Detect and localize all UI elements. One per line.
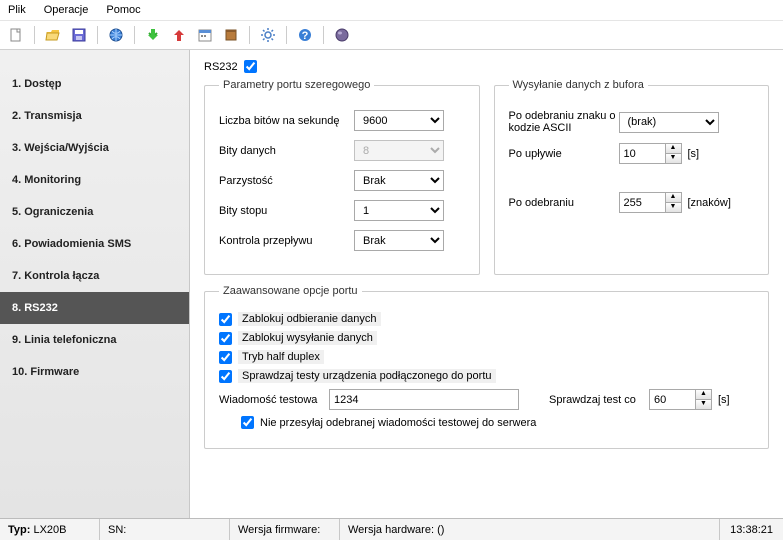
calendar-icon[interactable] <box>195 25 215 45</box>
sidebar-item-firmware[interactable]: 10. Firmware <box>0 356 189 388</box>
check-every-unit: [s] <box>718 394 730 406</box>
test-msg-label: Wiadomość testowa <box>219 394 329 406</box>
sidebar: 1. Dostęp 2. Transmisja 3. Wejścia/Wyjśc… <box>0 50 190 518</box>
flow-select[interactable]: Brak <box>354 230 444 251</box>
block-tx-label: Zablokuj wysyłanie danych <box>238 331 377 345</box>
after-time-spinner[interactable]: ▲▼ <box>619 143 682 164</box>
main: 1. Dostęp 2. Transmisja 3. Wejścia/Wyjśc… <box>0 50 783 518</box>
spin-up-icon[interactable]: ▲ <box>666 193 681 203</box>
spin-down-icon[interactable]: ▼ <box>666 154 681 164</box>
book-icon[interactable] <box>221 25 241 45</box>
check-tests-label: Sprawdzaj testy urządzenia podłączonego … <box>238 369 496 383</box>
menu-help[interactable]: Pomoc <box>106 4 140 16</box>
after-time-unit: [s] <box>688 148 700 160</box>
half-duplex-label: Tryb half duplex <box>238 350 324 364</box>
gear-icon[interactable] <box>258 25 278 45</box>
no-forward-checkbox[interactable] <box>241 416 254 429</box>
status-type: Typ: LX20B <box>0 519 100 540</box>
parity-select[interactable]: Brak <box>354 170 444 191</box>
upload-icon[interactable] <box>169 25 189 45</box>
rs232-title: RS232 <box>204 61 238 73</box>
globe-icon[interactable] <box>106 25 126 45</box>
status-time: 13:38:21 <box>720 524 783 536</box>
check-every-input[interactable] <box>649 389 695 410</box>
serial-params-group: Parametry portu szeregowego Liczba bitów… <box>204 79 480 275</box>
menu-operations[interactable]: Operacje <box>44 4 89 16</box>
statusbar: Typ: LX20B SN: Wersja firmware: Wersja h… <box>0 518 783 540</box>
check-every-spinner[interactable]: ▲▼ <box>649 389 712 410</box>
svg-text:?: ? <box>302 30 309 42</box>
download-icon[interactable] <box>143 25 163 45</box>
status-hw: Wersja hardware: () <box>340 519 720 540</box>
spin-up-icon[interactable]: ▲ <box>666 144 681 154</box>
separator <box>134 26 135 44</box>
advanced-group: Zaawansowane opcje portu Zablokuj odbier… <box>204 285 769 449</box>
rs232-enable-checkbox[interactable] <box>244 60 257 73</box>
spin-up-icon[interactable]: ▲ <box>696 390 711 400</box>
save-icon[interactable] <box>69 25 89 45</box>
flow-label: Kontrola przepływu <box>219 235 354 247</box>
sidebar-item-link[interactable]: 7. Kontrola łącza <box>0 260 189 292</box>
open-icon[interactable] <box>43 25 63 45</box>
test-msg-input[interactable] <box>329 389 519 410</box>
stopbits-select[interactable]: 1 <box>354 200 444 221</box>
content: RS232 Parametry portu szeregowego Liczba… <box>190 50 783 518</box>
buffer-group: Wysyłanie danych z bufora Po odebraniu z… <box>494 79 770 275</box>
new-icon[interactable] <box>6 25 26 45</box>
sidebar-item-limits[interactable]: 5. Ograniczenia <box>0 196 189 228</box>
separator <box>323 26 324 44</box>
ascii-label: Po odebraniu znaku o kodzie ASCII <box>509 110 619 134</box>
sidebar-item-phone[interactable]: 9. Linia telefoniczna <box>0 324 189 356</box>
status-sn: SN: <box>100 519 230 540</box>
menu-file[interactable]: Plik <box>8 4 26 16</box>
check-tests-checkbox[interactable] <box>219 370 232 383</box>
buffer-legend: Wysyłanie danych z bufora <box>509 79 648 91</box>
toolbar: ? <box>0 21 783 50</box>
spin-down-icon[interactable]: ▼ <box>696 400 711 410</box>
databits-select: 8 <box>354 140 444 161</box>
half-duplex-checkbox[interactable] <box>219 351 232 364</box>
sidebar-item-sms[interactable]: 6. Powiadomienia SMS <box>0 228 189 260</box>
databits-label: Bity danych <box>219 145 354 157</box>
separator <box>34 26 35 44</box>
sidebar-item-access[interactable]: 1. Dostęp <box>0 68 189 100</box>
block-rx-label: Zablokuj odbieranie danych <box>238 312 381 326</box>
ascii-select[interactable]: (brak) <box>619 112 719 133</box>
stopbits-label: Bity stopu <box>219 205 354 217</box>
advanced-legend: Zaawansowane opcje portu <box>219 285 362 297</box>
sidebar-item-io[interactable]: 3. Wejścia/Wyjścia <box>0 132 189 164</box>
baud-label: Liczba bitów na sekundę <box>219 115 354 127</box>
block-tx-checkbox[interactable] <box>219 332 232 345</box>
after-recv-input[interactable] <box>619 192 665 213</box>
separator <box>249 26 250 44</box>
help-icon[interactable]: ? <box>295 25 315 45</box>
separator <box>97 26 98 44</box>
sidebar-item-transmission[interactable]: 2. Transmisja <box>0 100 189 132</box>
parity-label: Parzystość <box>219 175 354 187</box>
serial-legend: Parametry portu szeregowego <box>219 79 374 91</box>
check-every-label: Sprawdzaj test co <box>549 394 649 406</box>
no-forward-label: Nie przesyłaj odebranej wiadomości testo… <box>260 417 536 429</box>
after-time-input[interactable] <box>619 143 665 164</box>
spin-down-icon[interactable]: ▼ <box>666 203 681 213</box>
after-recv-label: Po odebraniu <box>509 197 619 209</box>
sidebar-item-monitoring[interactable]: 4. Monitoring <box>0 164 189 196</box>
after-time-label: Po upływie <box>509 148 619 160</box>
status-fw: Wersja firmware: <box>230 519 340 540</box>
separator <box>286 26 287 44</box>
after-recv-spinner[interactable]: ▲▼ <box>619 192 682 213</box>
sidebar-item-rs232[interactable]: 8. RS232 <box>0 292 189 324</box>
after-recv-unit: [znaków] <box>688 197 731 209</box>
block-rx-checkbox[interactable] <box>219 313 232 326</box>
sphere-icon[interactable] <box>332 25 352 45</box>
baud-select[interactable]: 9600 <box>354 110 444 131</box>
menubar: Plik Operacje Pomoc <box>0 0 783 21</box>
